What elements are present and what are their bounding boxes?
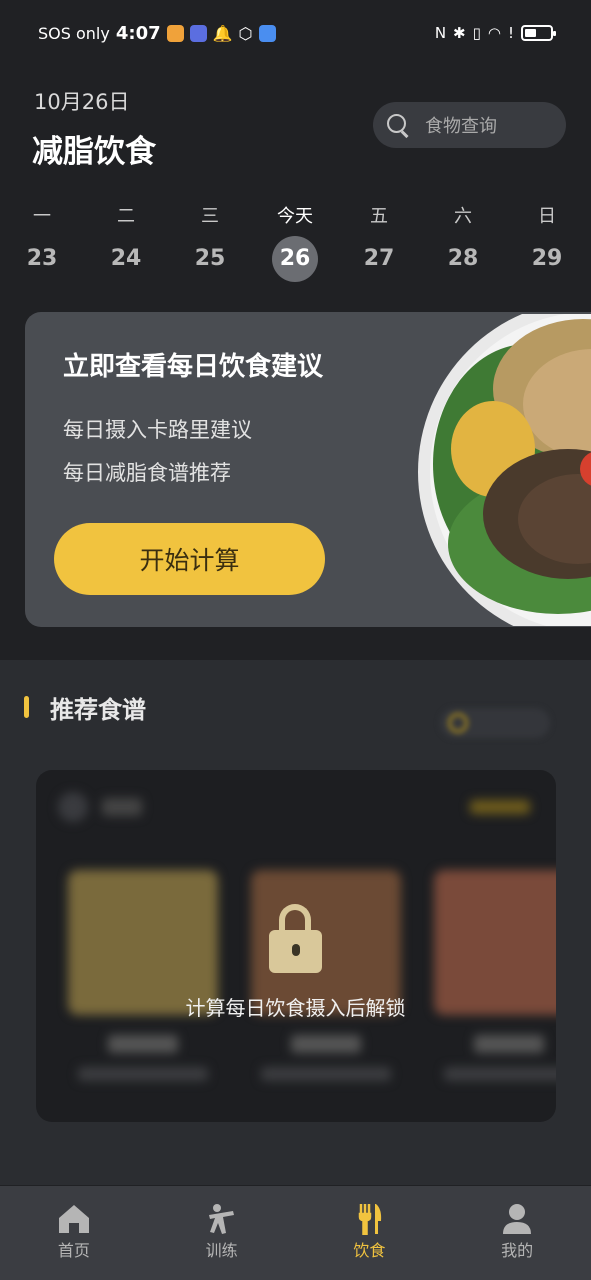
weekday-label: 日 — [538, 206, 556, 227]
carrier-text: SOS only — [38, 23, 110, 43]
day-6[interactable]: 日 29 — [517, 204, 577, 282]
weekday-label: 今天 — [277, 206, 313, 227]
person-icon — [503, 1204, 532, 1234]
status-bar: SOS only 4:07 🔔 ⬡ N ✱ ▯ ◠ ! — [0, 0, 591, 66]
tab-diet[interactable]: 饮食 — [296, 1186, 444, 1280]
day-1[interactable]: 二 24 — [96, 204, 156, 282]
start-calculate-button[interactable]: 开始计算 — [54, 523, 325, 595]
day-5[interactable]: 六 28 — [433, 204, 493, 282]
food-plate-image — [418, 314, 591, 626]
weekday-label: 五 — [370, 206, 388, 227]
search-placeholder: 食物查询 — [425, 116, 497, 137]
tab-label: 训练 — [205, 1241, 238, 1260]
day-4[interactable]: 五 27 — [349, 204, 409, 282]
tab-training[interactable]: 训练 — [148, 1186, 296, 1280]
bird-app-icon — [258, 24, 276, 42]
tab-label: 首页 — [57, 1241, 90, 1260]
vibrate-icon: ▯ — [472, 24, 481, 42]
day-2[interactable]: 三 25 — [180, 204, 240, 282]
section-accent-bar — [24, 696, 29, 718]
clock: 4:07 — [115, 22, 161, 44]
day-number: 24 — [110, 246, 142, 271]
refresh-button[interactable] — [440, 708, 550, 738]
food-search-button[interactable]: 食物查询 — [373, 102, 566, 148]
card-line-recipe: 每日减脂食谱推荐 — [63, 461, 231, 485]
app-notification-icon — [189, 24, 207, 42]
weekday-label: 三 — [201, 206, 219, 227]
fork-knife-icon — [359, 1204, 382, 1235]
section-title: 推荐食谱 — [50, 696, 146, 724]
page-title: 减脂饮食 — [32, 134, 156, 170]
tab-label: 我的 — [501, 1241, 534, 1260]
day-number: 28 — [447, 246, 479, 271]
tab-profile[interactable]: 我的 — [443, 1186, 591, 1280]
card-line-calorie: 每日摄入卡路里建议 — [63, 418, 252, 442]
cube-icon: ⬡ — [238, 23, 253, 43]
weekday-label: 一 — [33, 206, 51, 227]
alert-icon: ! — [507, 24, 514, 42]
day-3[interactable]: 今天 26 — [265, 204, 325, 282]
weekday-label: 二 — [117, 206, 135, 227]
day-number: 23 — [26, 246, 58, 271]
day-number: 26 — [272, 236, 318, 282]
lock-icon — [269, 904, 322, 974]
nfc-icon: N — [434, 24, 447, 42]
app-notification-icon — [166, 24, 184, 42]
bell-icon: 🔔 — [212, 23, 233, 43]
search-icon — [387, 114, 409, 136]
unlock-hint-text: 计算每日饮食摄入后解锁 — [185, 996, 406, 1020]
current-date: 10月26日 — [34, 90, 130, 114]
day-number: 29 — [531, 246, 563, 271]
exercise-icon — [208, 1204, 234, 1234]
weekday-label: 六 — [454, 206, 472, 227]
bottom-navigation: 首页 训练 饮食 我的 — [0, 1186, 591, 1280]
tab-label: 饮食 — [353, 1241, 386, 1260]
home-icon — [58, 1205, 89, 1233]
tab-home[interactable]: 首页 — [0, 1186, 148, 1280]
diet-advice-card[interactable]: 立即查看每日饮食建议 每日摄入卡路里建议 每日减脂食谱推荐 开始计算 — [25, 312, 591, 627]
day-number: 27 — [363, 246, 395, 271]
card-title: 立即查看每日饮食建议 — [63, 352, 324, 382]
day-number: 25 — [194, 246, 226, 271]
wifi-icon: ◠ — [487, 24, 501, 42]
day-0[interactable]: 一 23 — [12, 204, 72, 282]
battery-icon — [521, 25, 556, 41]
bluetooth-icon: ✱ — [453, 24, 466, 42]
refresh-icon — [448, 713, 468, 733]
